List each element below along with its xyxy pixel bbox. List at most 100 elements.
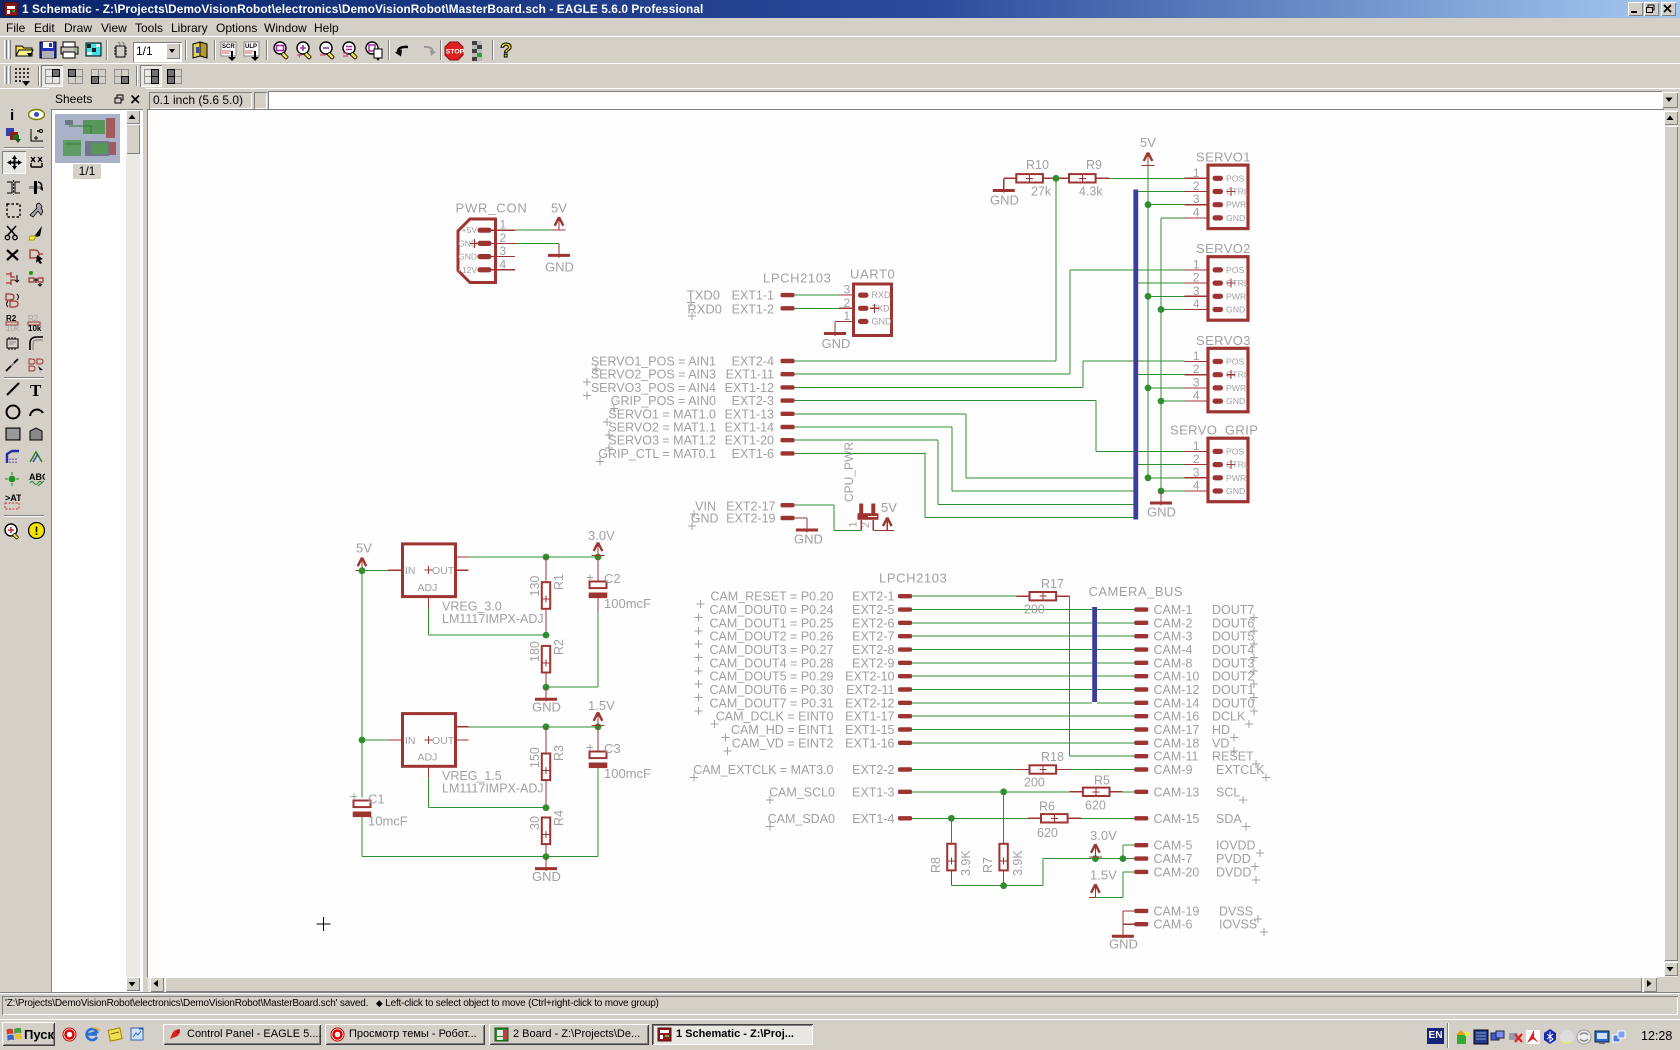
svg-text:LM1117IMPX-ADJ: LM1117IMPX-ADJ: [442, 782, 544, 796]
svg-text:STOP: STOP: [446, 49, 465, 56]
svg-text:R2: R2: [552, 639, 566, 655]
svg-text:GND: GND: [545, 260, 574, 275]
svg-text:3: 3: [500, 244, 507, 258]
svg-text:30: 30: [528, 816, 542, 830]
svg-text:CAM-8: CAM-8: [1154, 656, 1193, 670]
svg-text:GRIP_POS = AIN0: GRIP_POS = AIN0: [611, 394, 716, 408]
svg-text:C1: C1: [368, 792, 385, 807]
svg-text:CAM-4: CAM-4: [1154, 643, 1193, 657]
svg-text:EXT1-13: EXT1-13: [725, 407, 774, 421]
svg-text:CAM_EXTCLK = MAT3.0: CAM_EXTCLK = MAT3.0: [693, 763, 833, 777]
svg-text:GND: GND: [1109, 937, 1138, 952]
svg-text:SDA: SDA: [1216, 812, 1242, 826]
svg-text:2: 2: [860, 522, 872, 528]
svg-text:EXT2-8: EXT2-8: [852, 643, 894, 657]
svg-text:R5: R5: [1094, 774, 1110, 788]
svg-text:R3: R3: [552, 745, 566, 761]
svg-text:SERVO2: SERVO2: [1196, 241, 1251, 256]
svg-text:CAM-1: CAM-1: [1154, 603, 1193, 617]
svg-text:SERVO_GRIP: SERVO_GRIP: [1170, 423, 1258, 438]
svg-text:GND: GND: [532, 700, 561, 715]
svg-text:R8: R8: [929, 857, 943, 873]
svg-text:2: 2: [500, 231, 507, 245]
svg-text:CAM-20: CAM-20: [1154, 865, 1200, 879]
svg-text:100mcF: 100mcF: [604, 596, 651, 611]
svg-text:CAM_DOUT1 = P0.25: CAM_DOUT1 = P0.25: [709, 616, 833, 630]
svg-text:HD: HD: [1212, 723, 1230, 737]
svg-text:CAM-3: CAM-3: [1154, 630, 1193, 644]
svg-text:R6: R6: [1039, 800, 1055, 814]
svg-text:PWR: PWR: [1226, 200, 1246, 210]
svg-text:CAM_DOUT0 = P0.24: CAM_DOUT0 = P0.24: [709, 603, 833, 617]
svg-text:CAM-14: CAM-14: [1154, 696, 1200, 710]
svg-text:EXT1-14: EXT1-14: [725, 421, 774, 435]
svg-text:2: 2: [1193, 179, 1200, 193]
svg-text:i: i: [10, 107, 14, 123]
svg-text:CAM-11: CAM-11: [1154, 750, 1199, 764]
svg-text:EXT1-6: EXT1-6: [732, 447, 774, 461]
svg-text:GND: GND: [1226, 213, 1245, 223]
svg-text:180: 180: [528, 641, 542, 662]
svg-text:CAM_SCL0: CAM_SCL0: [769, 785, 835, 799]
svg-text:1: 1: [500, 218, 507, 232]
svg-text:DOUT0: DOUT0: [1212, 696, 1254, 710]
svg-text:3: 3: [1193, 465, 1200, 479]
svg-text:ADJ: ADJ: [418, 582, 438, 594]
svg-text:CAM_DOUT2 = P0.26: CAM_DOUT2 = P0.26: [709, 630, 833, 644]
svg-text:4.3k: 4.3k: [1079, 185, 1103, 199]
svg-text:1: 1: [1193, 166, 1200, 180]
svg-text:RESET: RESET: [1212, 750, 1254, 764]
svg-text:SERVO1_POS = AIN1: SERVO1_POS = AIN1: [591, 355, 716, 369]
svg-text:1: 1: [1193, 439, 1200, 453]
svg-text:2: 2: [1193, 452, 1200, 466]
svg-text:GND: GND: [458, 252, 477, 262]
svg-text:CAM_DOUT6 = P0.30: CAM_DOUT6 = P0.30: [709, 683, 833, 697]
svg-text:CAM-18: CAM-18: [1154, 736, 1200, 750]
svg-text:ABC: ABC: [29, 472, 45, 482]
svg-text:R9: R9: [1086, 158, 1102, 172]
svg-text:4: 4: [500, 257, 507, 271]
svg-text:LM1117IMPX-ADJ: LM1117IMPX-ADJ: [442, 612, 544, 626]
svg-text:GRIP_CTL = MAT0.1: GRIP_CTL = MAT0.1: [598, 447, 716, 461]
svg-text:SERVO2 = MAT1.1: SERVO2 = MAT1.1: [608, 421, 716, 435]
svg-text:4: 4: [1193, 297, 1200, 311]
svg-text:4: 4: [1193, 479, 1200, 493]
svg-text:T: T: [30, 381, 42, 398]
svg-text:PWR: PWR: [1226, 473, 1246, 483]
svg-text:EXT2-9: EXT2-9: [852, 656, 894, 670]
svg-text:DOUT2: DOUT2: [1212, 670, 1254, 684]
svg-text:SERVO3: SERVO3: [1196, 333, 1251, 348]
svg-text:EXT1-1: EXT1-1: [732, 289, 774, 303]
svg-text:GND: GND: [794, 532, 823, 547]
svg-text:620: 620: [1085, 799, 1106, 813]
svg-text:EXT1-20: EXT1-20: [725, 434, 774, 448]
svg-text:>AT: >AT: [5, 493, 21, 503]
svg-text:3.9K: 3.9K: [1011, 850, 1025, 876]
svg-text:CAM_DOUT4 = P0.28: CAM_DOUT4 = P0.28: [709, 656, 833, 670]
svg-text:+5V: +5V: [462, 225, 478, 235]
svg-text:EXT2-11: EXT2-11: [846, 683, 894, 697]
svg-text:!: !: [35, 524, 39, 538]
svg-text:10mcF: 10mcF: [368, 814, 408, 829]
svg-text:CAM-17: CAM-17: [1154, 723, 1200, 737]
svg-text:CAM-12: CAM-12: [1154, 683, 1200, 697]
svg-text:10k: 10k: [6, 324, 20, 331]
svg-text:UART0: UART0: [850, 267, 895, 282]
svg-text:CAM_HD = EINT1: CAM_HD = EINT1: [731, 723, 834, 737]
svg-text:EXT1-2: EXT1-2: [732, 302, 774, 316]
svg-text:3.0V: 3.0V: [1090, 828, 1117, 843]
svg-text:EXT2-6: EXT2-6: [852, 616, 894, 630]
svg-text:1.5V: 1.5V: [588, 698, 615, 713]
svg-text:CAM_DOUT3 = P0.27: CAM_DOUT3 = P0.27: [709, 643, 833, 657]
svg-text:EXT1-17: EXT1-17: [845, 710, 894, 724]
svg-text:EXT2-12: EXT2-12: [845, 696, 894, 710]
svg-text:PWR: PWR: [1226, 291, 1246, 301]
svg-text:3.0V: 3.0V: [588, 528, 615, 543]
svg-text:TXD0: TXD0: [687, 288, 720, 303]
svg-text:DVSS: DVSS: [1219, 904, 1253, 918]
svg-text:CAM_DOUT5 = P0.29: CAM_DOUT5 = P0.29: [709, 670, 833, 684]
svg-text:EXTCLK: EXTCLK: [1216, 763, 1265, 777]
svg-text:EXT2-2: EXT2-2: [852, 763, 894, 777]
svg-text:?: ?: [500, 40, 512, 62]
svg-text:PWR_CON: PWR_CON: [456, 201, 528, 216]
